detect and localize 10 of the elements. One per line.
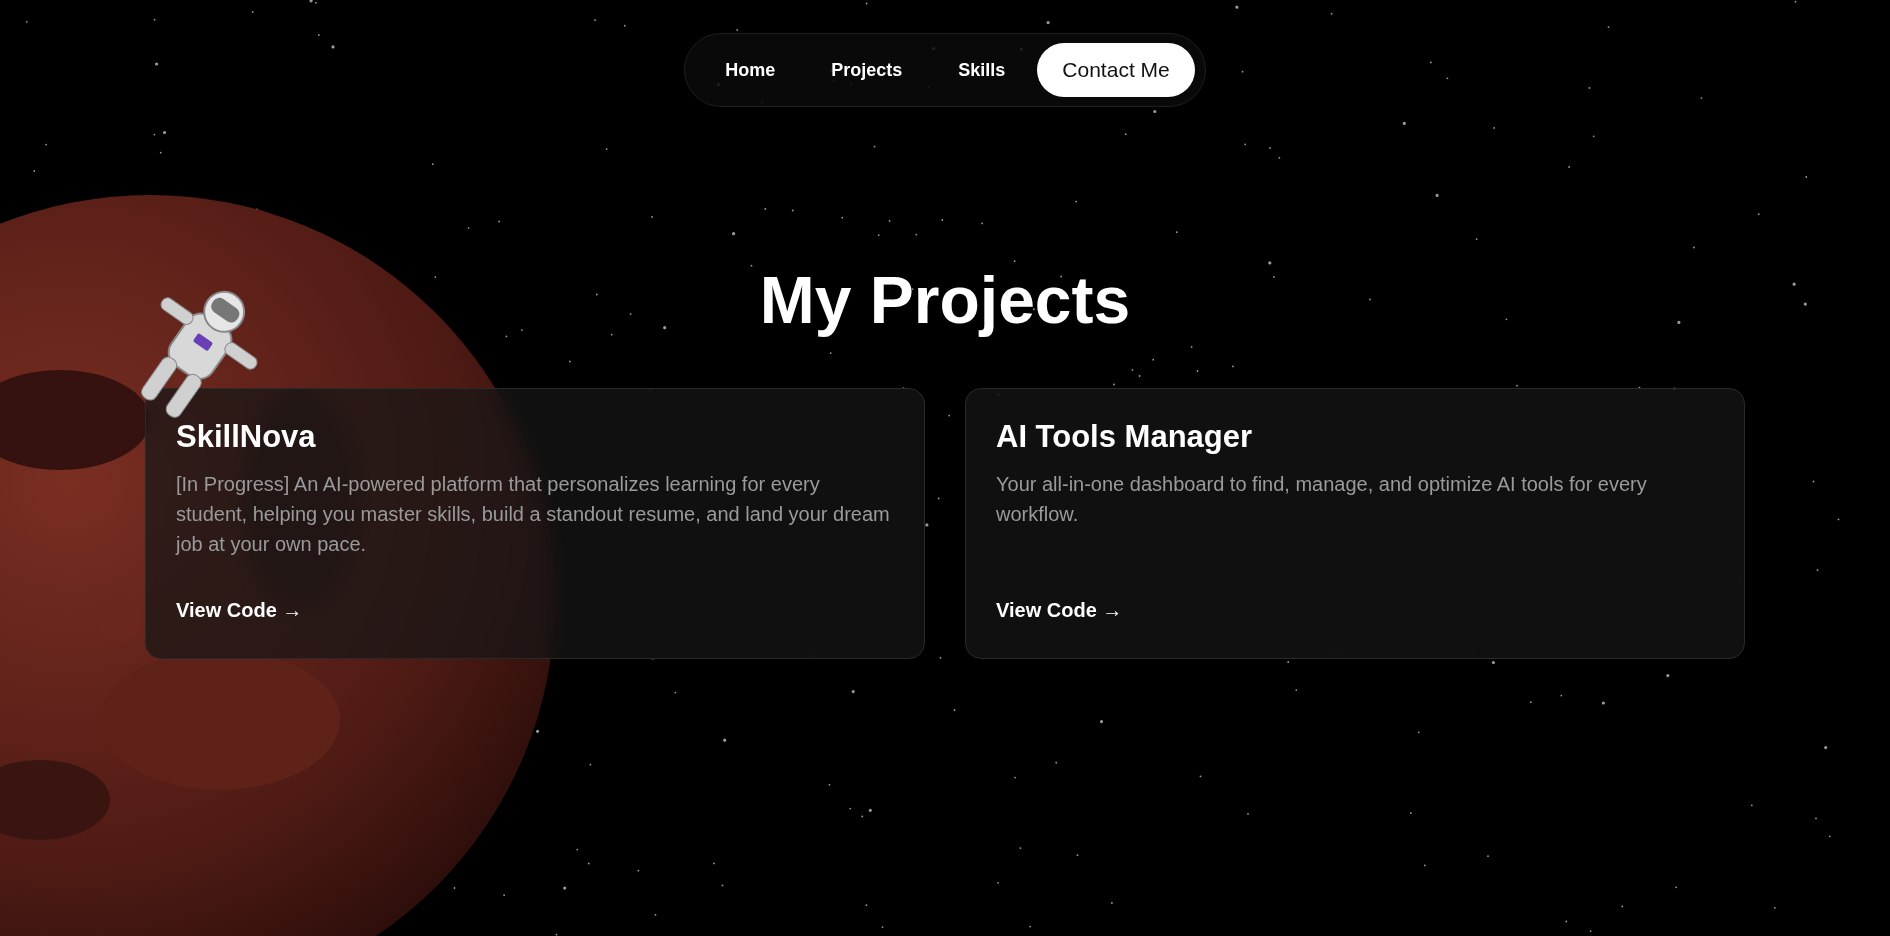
nav-link[interactable]: Projects bbox=[807, 45, 927, 95]
project-title: AI Tools Manager bbox=[996, 419, 1254, 455]
nav-link[interactable]: Home bbox=[701, 45, 800, 95]
project-description: [In Progress] An AI-powered platform that personalizes learning for every student, helping you master skills, build a standout resume, and land your dream job at your own pace. bbox=[176, 472, 891, 557]
project-title: SkillNova bbox=[176, 419, 317, 455]
nav-link[interactable]: Skills bbox=[934, 45, 1030, 95]
project-description: Your all-in-one dashboard to find, manage, and optimize AI tools for every workflow. bbox=[996, 472, 1648, 527]
contact-button[interactable]: Contact Me bbox=[1037, 43, 1195, 97]
view-code-link[interactable]: View Code → bbox=[996, 599, 1123, 622]
view-code-link[interactable]: View Code → bbox=[176, 599, 303, 622]
